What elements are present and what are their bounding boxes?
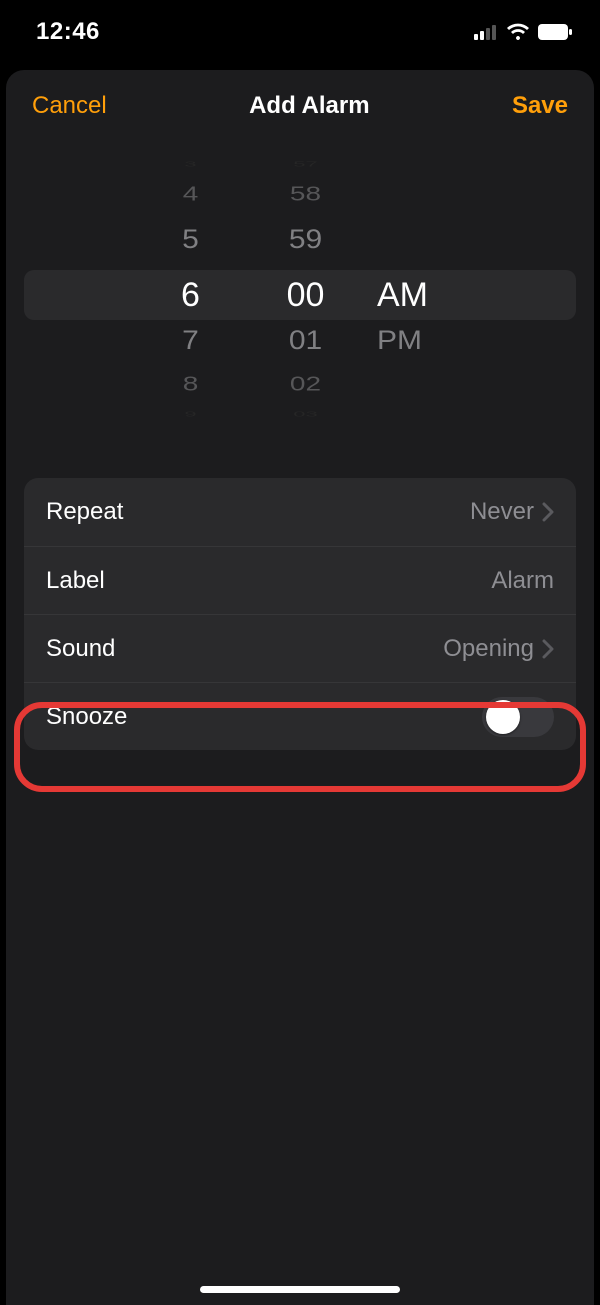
label-value: Alarm <box>491 567 554 595</box>
toggle-knob <box>486 700 520 734</box>
snooze-label: Snooze <box>46 703 127 731</box>
snooze-toggle[interactable] <box>482 697 554 737</box>
home-indicator[interactable] <box>200 1286 400 1293</box>
status-bar: 12:46 <box>0 0 600 54</box>
ampm-selected: AM <box>377 276 447 315</box>
time-picker[interactable]: 3 4 5 6 7 8 9 57 58 59 00 01 02 03 AM PM <box>6 148 594 448</box>
sound-label: Sound <box>46 635 115 663</box>
sound-row[interactable]: Sound Opening <box>24 614 576 682</box>
status-time: 12:46 <box>36 18 100 46</box>
hour-option: 8 <box>153 372 228 395</box>
ampm-option: PM <box>377 326 447 357</box>
minute-option: 57 <box>268 159 343 168</box>
chevron-right-icon <box>542 502 554 522</box>
label-label: Label <box>46 567 105 595</box>
alarm-options: Repeat Never Label Alarm Sound Opening S… <box>24 478 576 750</box>
label-row[interactable]: Label Alarm <box>24 546 576 614</box>
nav-title: Add Alarm <box>249 92 369 120</box>
status-icons <box>474 23 572 41</box>
ampm-wheel[interactable]: AM PM <box>377 148 447 448</box>
minute-wheel[interactable]: 57 58 59 00 01 02 03 <box>268 148 343 448</box>
wifi-icon <box>506 23 530 41</box>
hour-wheel[interactable]: 3 4 5 6 7 8 9 <box>153 148 228 448</box>
minute-option: 02 <box>268 372 343 395</box>
repeat-value: Never <box>470 498 534 526</box>
nav-bar: Cancel Add Alarm Save <box>6 70 594 138</box>
cellular-icon <box>474 24 498 40</box>
save-button[interactable]: Save <box>512 92 568 120</box>
minute-option: 01 <box>268 326 343 357</box>
minute-option: 59 <box>268 225 343 256</box>
hour-option: 5 <box>153 225 228 256</box>
minute-option: 58 <box>268 182 343 205</box>
sound-value: Opening <box>443 635 534 663</box>
cancel-button[interactable]: Cancel <box>32 92 107 120</box>
chevron-right-icon <box>542 639 554 659</box>
add-alarm-sheet: Cancel Add Alarm Save 3 4 5 6 7 8 9 57 5… <box>6 70 594 1305</box>
repeat-row[interactable]: Repeat Never <box>24 478 576 546</box>
hour-option: 4 <box>153 182 228 205</box>
repeat-label: Repeat <box>46 498 123 526</box>
hour-selected: 6 <box>153 276 228 315</box>
minute-selected: 00 <box>268 276 343 315</box>
hour-option: 7 <box>153 326 228 357</box>
minute-option: 03 <box>268 409 343 418</box>
hour-option: 3 <box>153 159 228 168</box>
battery-icon <box>538 24 572 40</box>
hour-option: 9 <box>153 409 228 418</box>
snooze-row: Snooze <box>24 682 576 750</box>
